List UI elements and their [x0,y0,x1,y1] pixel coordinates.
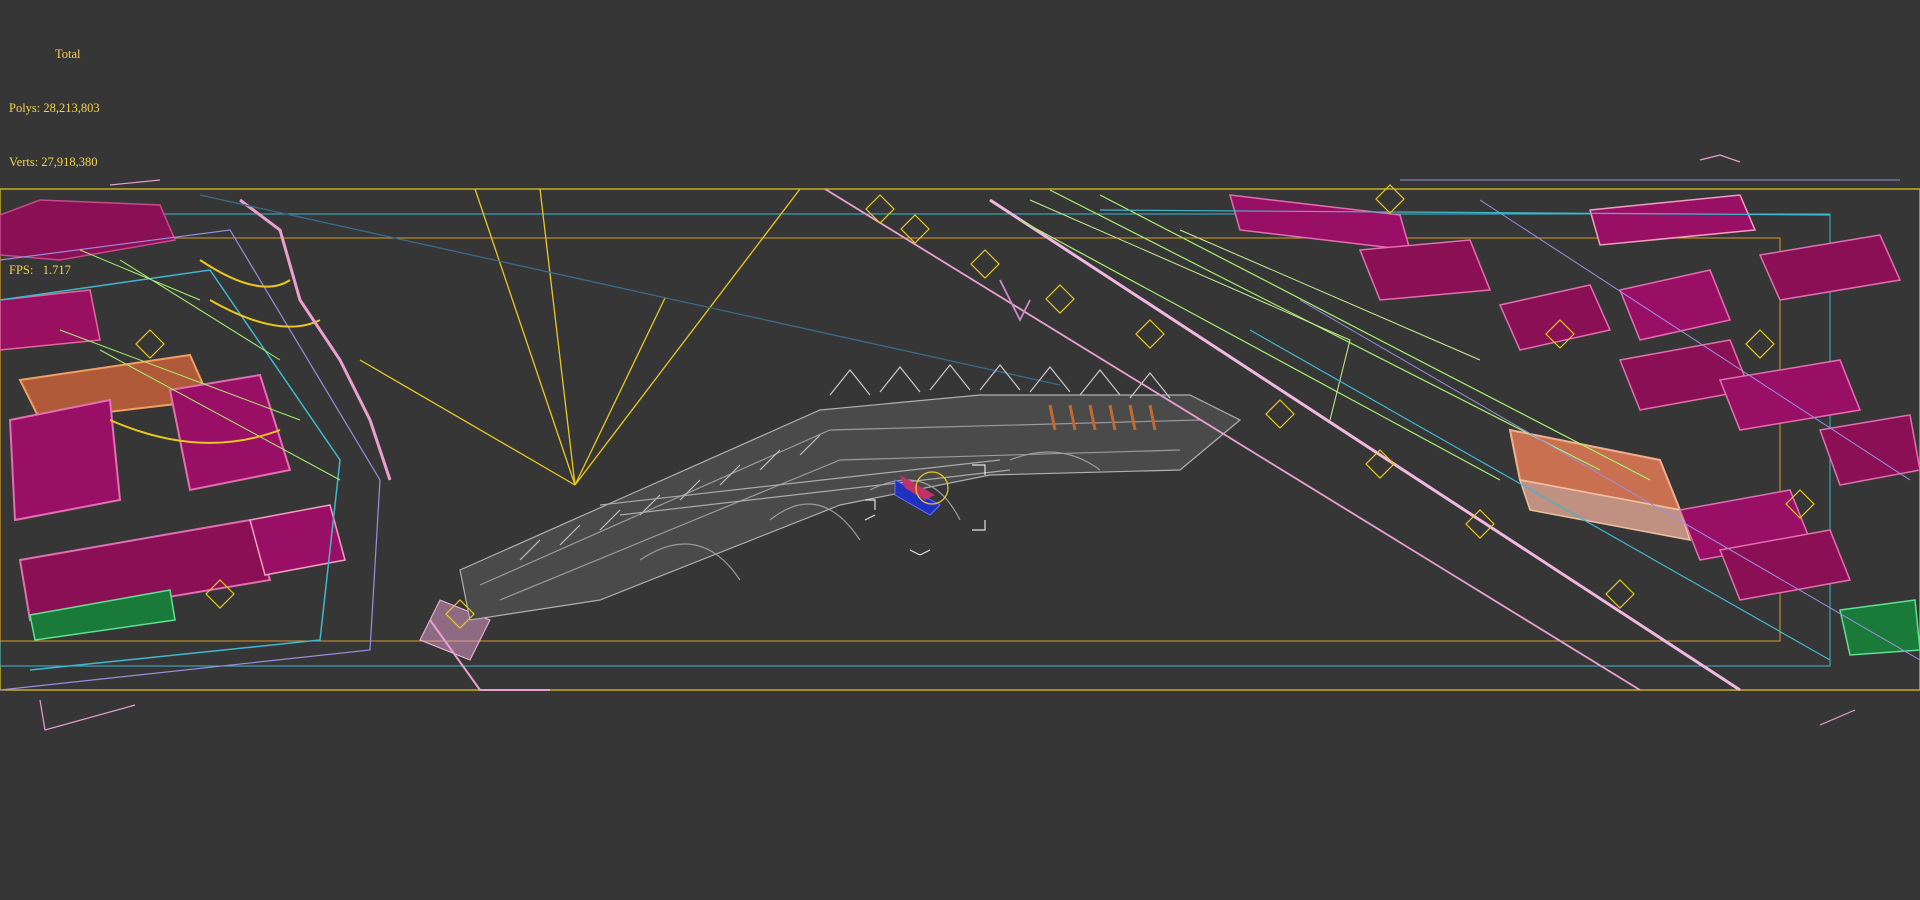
3d-viewport[interactable]: Total Polys: 28,213,803 Verts: 27,918,38… [0,0,1920,900]
bridge [459,364,1242,621]
left-roof-mid [0,289,101,351]
left-roof-top [0,199,177,261]
left-building-cluster [0,198,550,691]
left-roof-large-a [8,398,122,522]
wireframe-scene [0,154,1920,731]
